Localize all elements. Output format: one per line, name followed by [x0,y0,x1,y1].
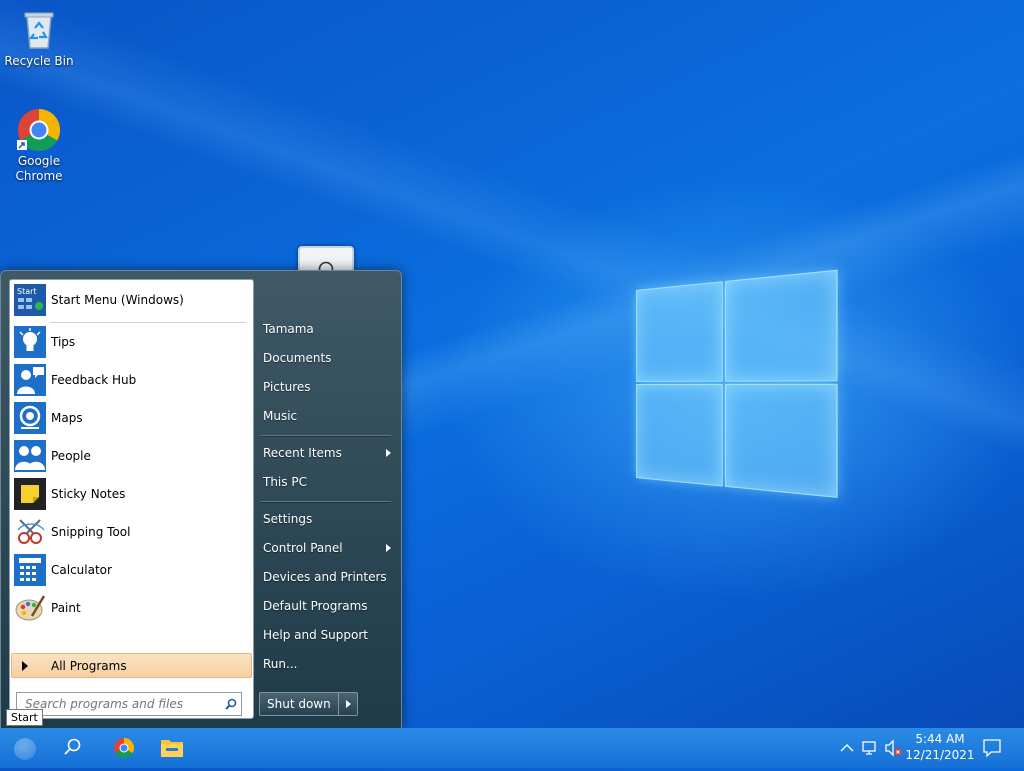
right-item-control-panel[interactable]: Control Panel [263,537,395,559]
desktop-icon-chrome[interactable]: Google Chrome [1,108,77,184]
show-hidden-icons-icon[interactable] [840,744,854,752]
taskbar: 5:44 AM 12/21/2021 [0,728,1024,768]
right-item-pictures[interactable]: Pictures [263,376,395,398]
program-label: Start Menu (Windows) [51,293,184,307]
program-maps[interactable]: Maps [14,400,250,436]
right-item-label: Music [263,409,298,423]
right-item-label: Tamama [263,322,314,336]
right-item-devices-printers[interactable]: Devices and Printers [263,566,395,588]
network-icon[interactable] [862,741,876,755]
taskbar-file-explorer-button[interactable] [148,728,196,768]
program-feedback-hub[interactable]: Feedback Hub [14,362,250,398]
right-item-label: Control Panel [263,541,343,555]
chrome-icon [17,108,61,152]
right-item-label: Devices and Printers [263,570,387,584]
program-label: Maps [51,411,83,425]
svg-text:Start: Start [17,287,37,296]
program-snipping-tool[interactable]: Snipping Tool [14,514,250,550]
taskbar-search-button[interactable] [48,728,96,768]
right-item-label: This PC [263,475,307,489]
search-box[interactable] [16,692,242,716]
scissors-icon [14,516,46,548]
program-label: People [51,449,91,463]
shutdown-button[interactable]: Shut down [259,692,339,716]
paint-palette-icon [14,592,46,624]
taskbar-chrome-button[interactable] [100,728,148,768]
chrome-label: Google Chrome [15,154,63,183]
start-menu-programs-pane: Start Start Menu (Windows) Tips Feedback… [9,279,254,719]
program-people[interactable]: People [14,438,250,474]
right-item-default-programs[interactable]: Default Programs [263,595,395,617]
submenu-arrow-icon [386,449,391,457]
program-paint[interactable]: Paint [14,590,250,626]
program-label: Paint [51,601,81,615]
right-item-label: Settings [263,512,313,526]
right-item-user[interactable]: Tamama [263,318,395,340]
sticky-note-icon [14,478,46,510]
recycle-bin-icon [17,8,61,52]
notification-icon [983,739,1001,758]
start-menu-places-pane: Tamama Documents Pictures Music Recent I… [253,271,399,727]
right-item-run[interactable]: Run... [263,653,395,675]
program-label: Feedback Hub [51,373,137,387]
clock-time: 5:44 AM [915,732,965,746]
right-item-documents[interactable]: Documents [263,347,395,369]
start-orb-icon [14,738,36,760]
places-separator [261,435,391,436]
program-label: Sticky Notes [51,487,126,501]
pinned-separator [50,322,246,323]
right-item-settings[interactable]: Settings [263,508,395,530]
windows-logo-wallpaper [636,269,838,500]
start-menu-app-icon: Start [14,284,46,316]
program-label: Tips [51,335,76,349]
shutdown-options-button[interactable] [338,692,358,716]
right-item-label: Recent Items [263,446,342,460]
search-icon[interactable] [225,698,237,710]
desktop-icon-recycle-bin[interactable]: Recycle Bin [1,8,77,69]
folder-icon [161,740,183,757]
right-item-this-pc[interactable]: This PC [263,471,395,493]
program-tips[interactable]: Tips [14,324,250,360]
start-menu: Start Start Menu (Windows) Tips Feedback… [0,270,402,730]
right-item-help-support[interactable]: Help and Support [263,624,395,646]
right-item-label: Run... [263,657,298,671]
clock-date: 12/21/2021 [905,748,975,762]
right-item-label: Documents [263,351,332,365]
expand-arrow-icon [22,660,28,671]
calculator-icon [14,554,46,586]
program-label: Calculator [51,563,112,577]
clock[interactable]: 5:44 AM 12/21/2021 [904,731,976,763]
recycle-bin-label: Recycle Bin [4,54,74,68]
maps-icon [14,402,46,434]
right-item-label: Pictures [263,380,311,394]
submenu-arrow-icon [386,544,391,552]
right-item-label: Help and Support [263,628,368,642]
shutdown-group: Shut down [259,692,358,716]
program-sticky-notes[interactable]: Sticky Notes [14,476,250,512]
action-center-button[interactable] [980,728,1024,768]
right-item-label: Default Programs [263,599,368,613]
system-tray [838,728,902,768]
feedback-person-icon [14,364,46,396]
right-item-recent-items[interactable]: Recent Items [263,442,395,464]
program-calculator[interactable]: Calculator [14,552,250,588]
all-programs-label: All Programs [51,658,127,673]
start-button[interactable] [0,728,48,768]
search-icon [64,738,81,755]
people-icon [14,440,46,472]
pinned-start-menu-windows[interactable]: Start Start Menu (Windows) [14,282,250,318]
right-item-music[interactable]: Music [263,405,395,427]
places-separator [261,501,391,502]
program-label: Snipping Tool [51,525,131,539]
chrome-icon [114,737,135,759]
volume-muted-icon[interactable] [885,739,902,757]
all-programs-button[interactable]: All Programs [11,653,252,678]
lightbulb-icon [14,326,46,358]
search-input[interactable] [23,696,223,712]
start-tooltip: Start [6,709,43,726]
